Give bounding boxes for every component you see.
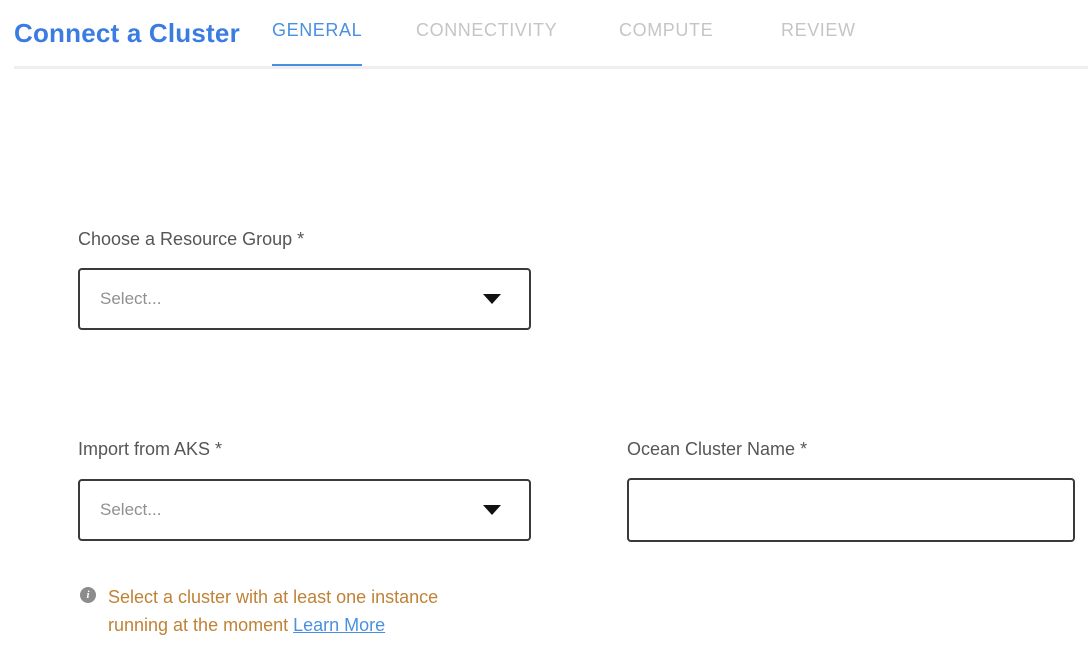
- import-aks-select[interactable]: Select...: [78, 479, 531, 541]
- tab-compute[interactable]: COMPUTE: [619, 20, 713, 70]
- resource-group-select-placeholder: Select...: [100, 289, 161, 309]
- import-aks-label: Import from AKS *: [78, 439, 222, 460]
- tab-review[interactable]: REVIEW: [781, 20, 856, 70]
- info-icon: i: [80, 587, 96, 603]
- chevron-down-icon: [483, 294, 501, 304]
- connect-cluster-wizard: Connect a Cluster GENERAL CONNECTIVITY C…: [0, 0, 1088, 654]
- info-note-message: Select a cluster with at least one insta…: [108, 587, 438, 635]
- cluster-instance-info-note: i Select a cluster with at least one ins…: [80, 583, 490, 639]
- tab-connectivity[interactable]: CONNECTIVITY: [416, 20, 557, 70]
- cluster-name-input[interactable]: [627, 478, 1075, 542]
- info-note-text: Select a cluster with at least one insta…: [108, 583, 480, 639]
- header-divider: [14, 66, 1088, 69]
- wizard-header: Connect a Cluster GENERAL CONNECTIVITY C…: [0, 0, 1088, 70]
- chevron-down-icon: [483, 505, 501, 515]
- import-aks-select-placeholder: Select...: [100, 500, 161, 520]
- cluster-name-label: Ocean Cluster Name *: [627, 439, 807, 460]
- page-title: Connect a Cluster: [14, 18, 240, 49]
- resource-group-select[interactable]: Select...: [78, 268, 531, 330]
- resource-group-label: Choose a Resource Group *: [78, 229, 304, 250]
- tab-general[interactable]: GENERAL: [272, 20, 362, 70]
- learn-more-link[interactable]: Learn More: [293, 615, 385, 635]
